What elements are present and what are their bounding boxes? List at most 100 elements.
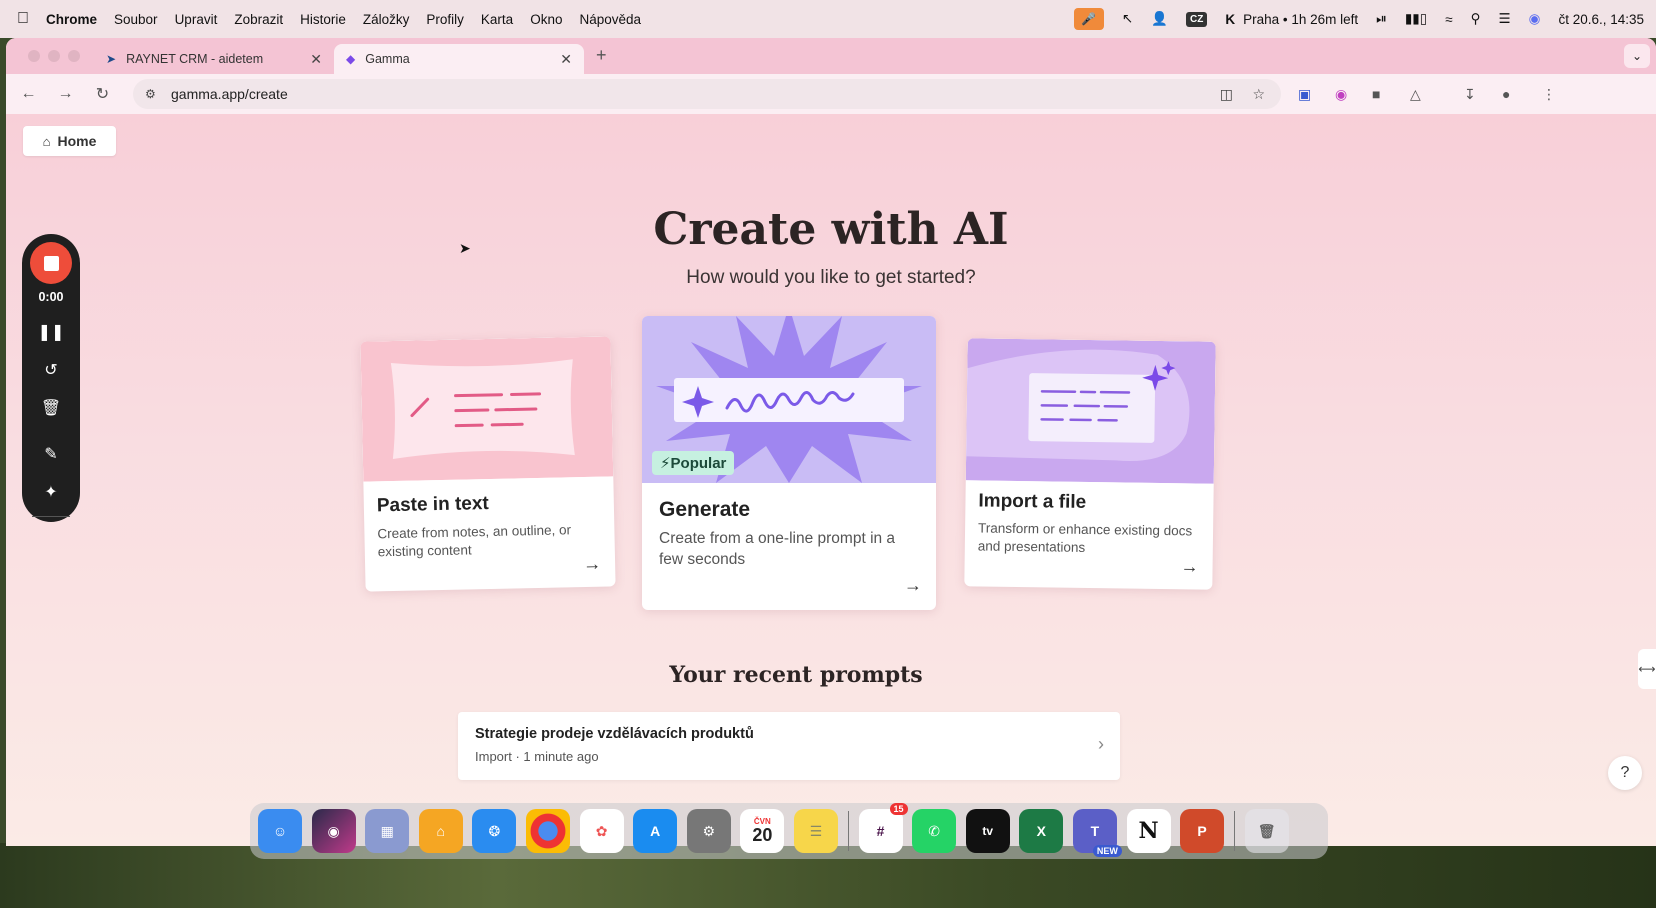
side-panel-tab[interactable]: ⟷	[1638, 649, 1656, 689]
recent-prompt-meta: Import · 1 minute ago	[475, 749, 599, 764]
whatsapp-icon[interactable]: ✆	[912, 809, 957, 853]
arrow-right-icon[interactable]: →	[904, 575, 922, 596]
apple-tv-icon[interactable]: tv	[965, 809, 1010, 853]
pen-icon[interactable]: ✎	[36, 444, 66, 464]
tab-raynet[interactable]: ➤ RAYNET CRM - aidetem ✕	[94, 44, 334, 74]
menubar-clock[interactable]: čt 20.6., 14:35	[1558, 12, 1644, 27]
stop-icon	[43, 255, 59, 271]
close-tab-icon[interactable]: ✕	[310, 51, 322, 68]
mouse-cursor-icon: ➤	[459, 240, 471, 256]
microphone-icon[interactable]: 🎤	[1073, 8, 1104, 30]
home-app-icon[interactable]: ⌂	[418, 809, 463, 853]
app-store-icon[interactable]: A	[633, 809, 678, 853]
notes-icon[interactable]: ☰	[793, 809, 838, 853]
restart-icon[interactable]: ↺	[36, 360, 66, 380]
zoom-window-icon[interactable]	[68, 50, 80, 62]
menu-napoveda[interactable]: Nápověda	[579, 12, 641, 27]
home-label: Home	[57, 133, 97, 149]
back-icon[interactable]: ←	[10, 85, 47, 103]
minimize-window-icon[interactable]	[48, 50, 60, 62]
close-window-icon[interactable]	[28, 50, 40, 62]
photos-icon[interactable]: ✿	[579, 809, 624, 853]
menu-historie[interactable]: Historie	[300, 12, 346, 27]
calendar-icon[interactable]: ČVN 20	[740, 809, 785, 853]
chrome-icon[interactable]	[525, 809, 570, 853]
address-bar[interactable]: ⚙ gamma.app/create ◫ ☆	[133, 79, 1281, 109]
extension-icon[interactable]: ■	[1372, 86, 1380, 102]
reload-icon[interactable]: ↻	[84, 84, 121, 104]
slack-icon[interactable]: #15	[858, 803, 908, 853]
menu-zobrazit[interactable]: Zobrazit	[234, 12, 283, 27]
menu-profily[interactable]: Profily	[426, 12, 464, 27]
system-settings-icon[interactable]: ⚙	[686, 809, 731, 853]
safari-icon[interactable]: ❂	[472, 809, 517, 853]
forward-icon[interactable]: →	[47, 85, 84, 103]
pause-icon[interactable]: ❚❚	[36, 322, 66, 342]
trash-icon[interactable]: 🗑	[36, 398, 66, 418]
close-tab-icon[interactable]: ✕	[560, 51, 572, 68]
home-button[interactable]: ⌂ Home	[23, 126, 116, 156]
siri-icon[interactable]: ◉	[1529, 11, 1541, 27]
control-center-icon[interactable]: ☰	[1499, 11, 1511, 27]
download-icon[interactable]: ↧	[1464, 86, 1476, 103]
card-description: Create from a one-line prompt in a few s…	[659, 530, 896, 568]
extensions-puzzle-icon[interactable]: △	[1410, 86, 1421, 103]
play-icon[interactable]: ⏯	[1376, 11, 1387, 27]
kebab-menu-icon[interactable]: ⋮	[1542, 86, 1556, 103]
dock-divider	[847, 811, 849, 851]
user-icon[interactable]: 👤	[1151, 11, 1168, 27]
finder-icon[interactable]: ☺	[258, 809, 302, 853]
battery-icon[interactable]: ▮▮▯	[1405, 11, 1427, 27]
stop-recording-button[interactable]	[30, 242, 72, 284]
launchpad-icon[interactable]: ▦	[365, 809, 410, 853]
menu-app-name[interactable]: Chrome	[46, 12, 97, 27]
url-text[interactable]: gamma.app/create	[171, 86, 288, 102]
macos-dock: ☺ ◉ ▦ ⌂ ❂ ✿ A ⚙ ČVN 20 ☰ #15 ✆ tv X T NEW …	[250, 803, 1328, 859]
toolbar-divider	[32, 516, 70, 517]
tab-bar: ➤ RAYNET CRM - aidetem ✕ ◆ Gamma ✕ + ⌄	[6, 38, 1656, 74]
trash-bin-icon[interactable]: 🗑	[1244, 809, 1289, 853]
menu-okno[interactable]: Okno	[530, 12, 562, 27]
window-controls[interactable]	[6, 50, 94, 74]
powerpoint-icon[interactable]: P	[1180, 809, 1225, 853]
chevron-right-icon[interactable]: ›	[1098, 734, 1104, 755]
install-app-icon[interactable]: ◫	[1220, 86, 1233, 103]
paste-text-card[interactable]: Paste in text Create from notes, an outl…	[360, 336, 616, 592]
teams-icon[interactable]: T NEW	[1072, 809, 1122, 857]
profile-avatar-icon[interactable]: ●	[1502, 86, 1510, 102]
timer-app-icon[interactable]: K	[1225, 12, 1235, 27]
new-tab-icon[interactable]: +	[596, 45, 607, 66]
menu-zalozky[interactable]: Záložky	[363, 12, 410, 27]
menu-soubor[interactable]: Soubor	[114, 12, 158, 27]
calendar-day: 20	[752, 825, 773, 845]
timer-status[interactable]: Praha • 1h 26m left	[1243, 12, 1358, 27]
excel-icon[interactable]: X	[1019, 809, 1064, 853]
site-settings-icon[interactable]: ⚙	[145, 87, 171, 101]
paste-text-illustration	[360, 336, 614, 482]
apple-icon[interactable]: 	[0, 10, 46, 28]
arrow-right-icon[interactable]: →	[1180, 556, 1198, 577]
notion-icon[interactable]: N	[1126, 809, 1171, 853]
generate-card[interactable]: ⚡Popular Generate Create from a one-line…	[642, 316, 936, 610]
screen-recorder-toolbar: 0:00 ❚❚ ↺ 🗑 ✎ ✦	[22, 234, 80, 522]
import-file-illustration	[965, 338, 1216, 484]
cursor-arrow-icon[interactable]: ↖	[1122, 11, 1133, 27]
extension-icon[interactable]: ◉	[1335, 86, 1347, 103]
tab-search-chevron-icon[interactable]: ⌄	[1624, 44, 1650, 68]
menu-upravit[interactable]: Upravit	[175, 12, 218, 27]
popular-label: Popular	[670, 455, 727, 472]
extension-icon[interactable]: ▣	[1298, 86, 1311, 103]
help-button[interactable]: ?	[1608, 756, 1642, 790]
wifi-icon[interactable]: ≈	[1445, 12, 1452, 27]
lightning-icon: ⚡	[660, 455, 671, 472]
tab-gamma[interactable]: ◆ Gamma ✕	[334, 44, 584, 74]
import-file-card[interactable]: Import a file Transform or enhance exist…	[964, 338, 1216, 590]
arrow-right-icon[interactable]: →	[583, 554, 601, 575]
search-icon[interactable]: ⚲	[1471, 11, 1481, 27]
siri-app-icon[interactable]: ◉	[311, 809, 356, 853]
input-source-badge[interactable]: CZ	[1185, 11, 1208, 27]
magic-wand-icon[interactable]: ✦	[36, 482, 66, 502]
bookmark-star-icon[interactable]: ☆	[1252, 86, 1265, 103]
recent-prompt-item[interactable]: Strategie prodeje vzdělávacích produktů …	[458, 712, 1120, 780]
menu-karta[interactable]: Karta	[481, 12, 513, 27]
